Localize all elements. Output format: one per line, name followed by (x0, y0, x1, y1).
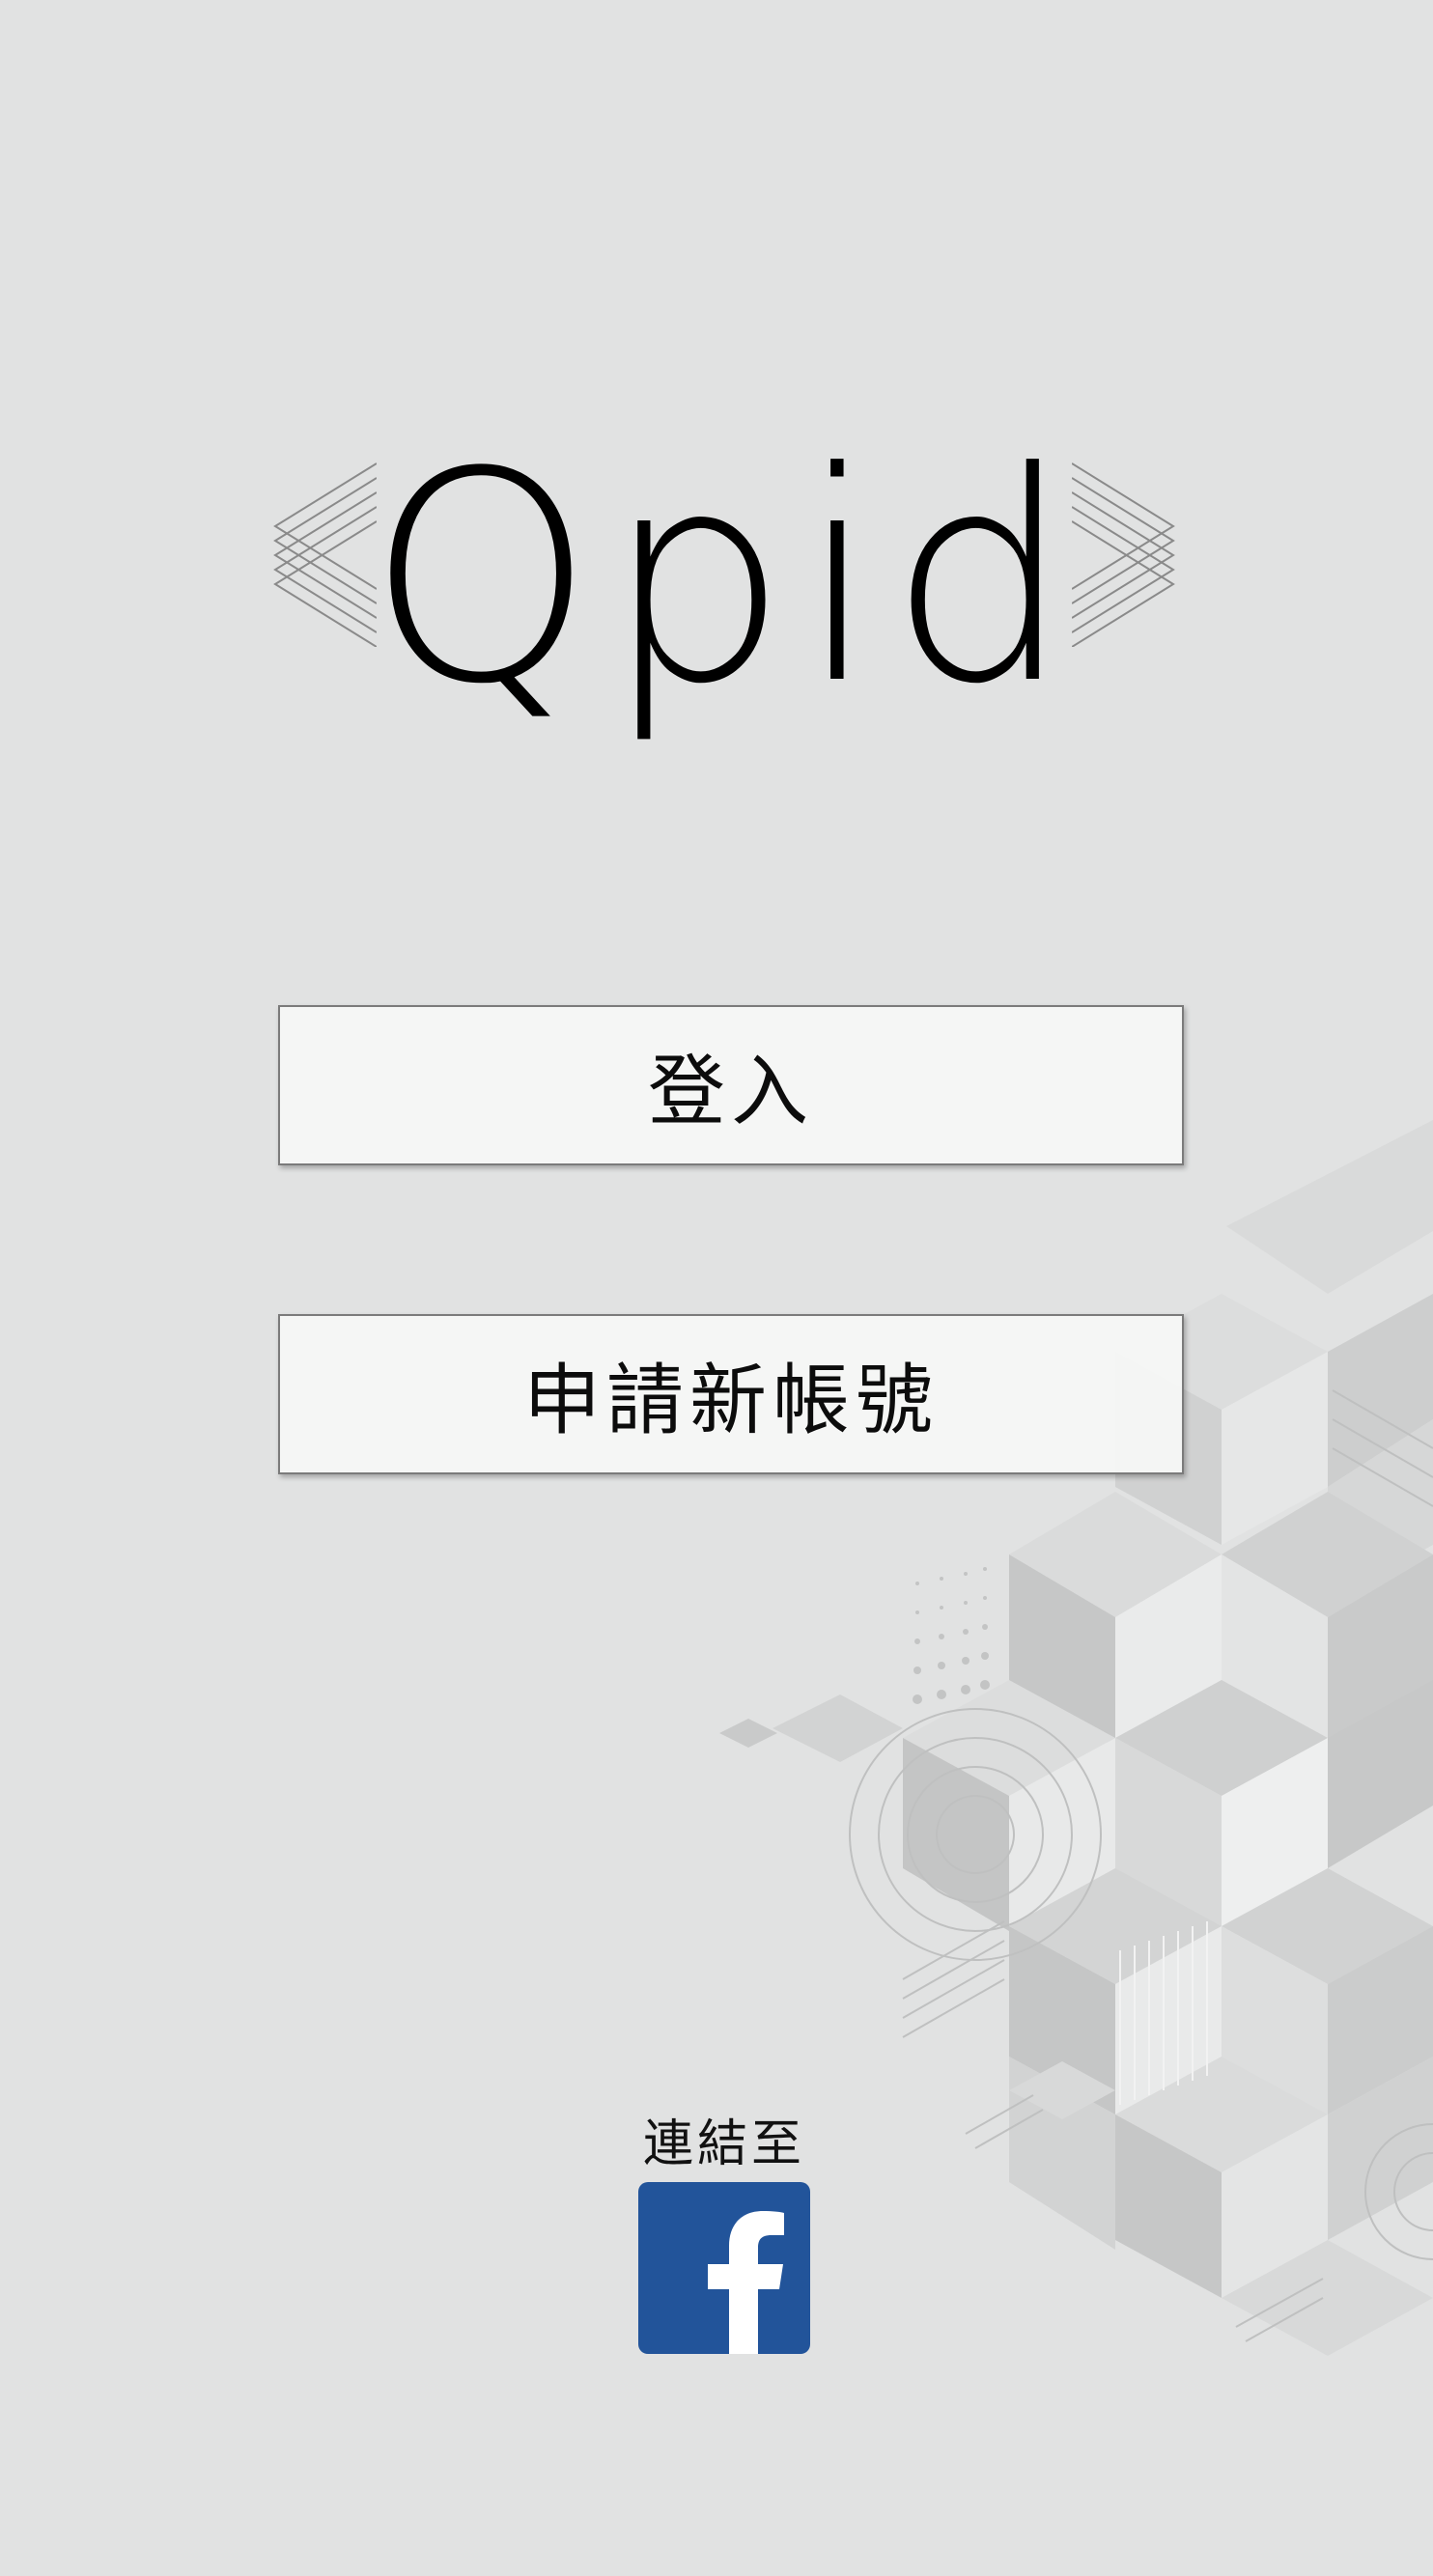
facebook-icon (708, 2211, 784, 2354)
chevron-right-decoration-icon (1072, 462, 1175, 647)
connect-label: 連結至 (642, 2115, 805, 2173)
signup-button[interactable]: 申請新帳號 (278, 1314, 1184, 1474)
login-button[interactable]: 登入 (278, 1005, 1184, 1165)
dot-grid (913, 1567, 990, 1704)
facebook-connect-button[interactable] (638, 2182, 810, 2354)
grid-texture (1119, 1921, 1208, 2105)
texture-lines (849, 1389, 1433, 2342)
app-logo: Qpid (261, 396, 1188, 782)
logo-wordmark: Qpid (366, 410, 1082, 747)
